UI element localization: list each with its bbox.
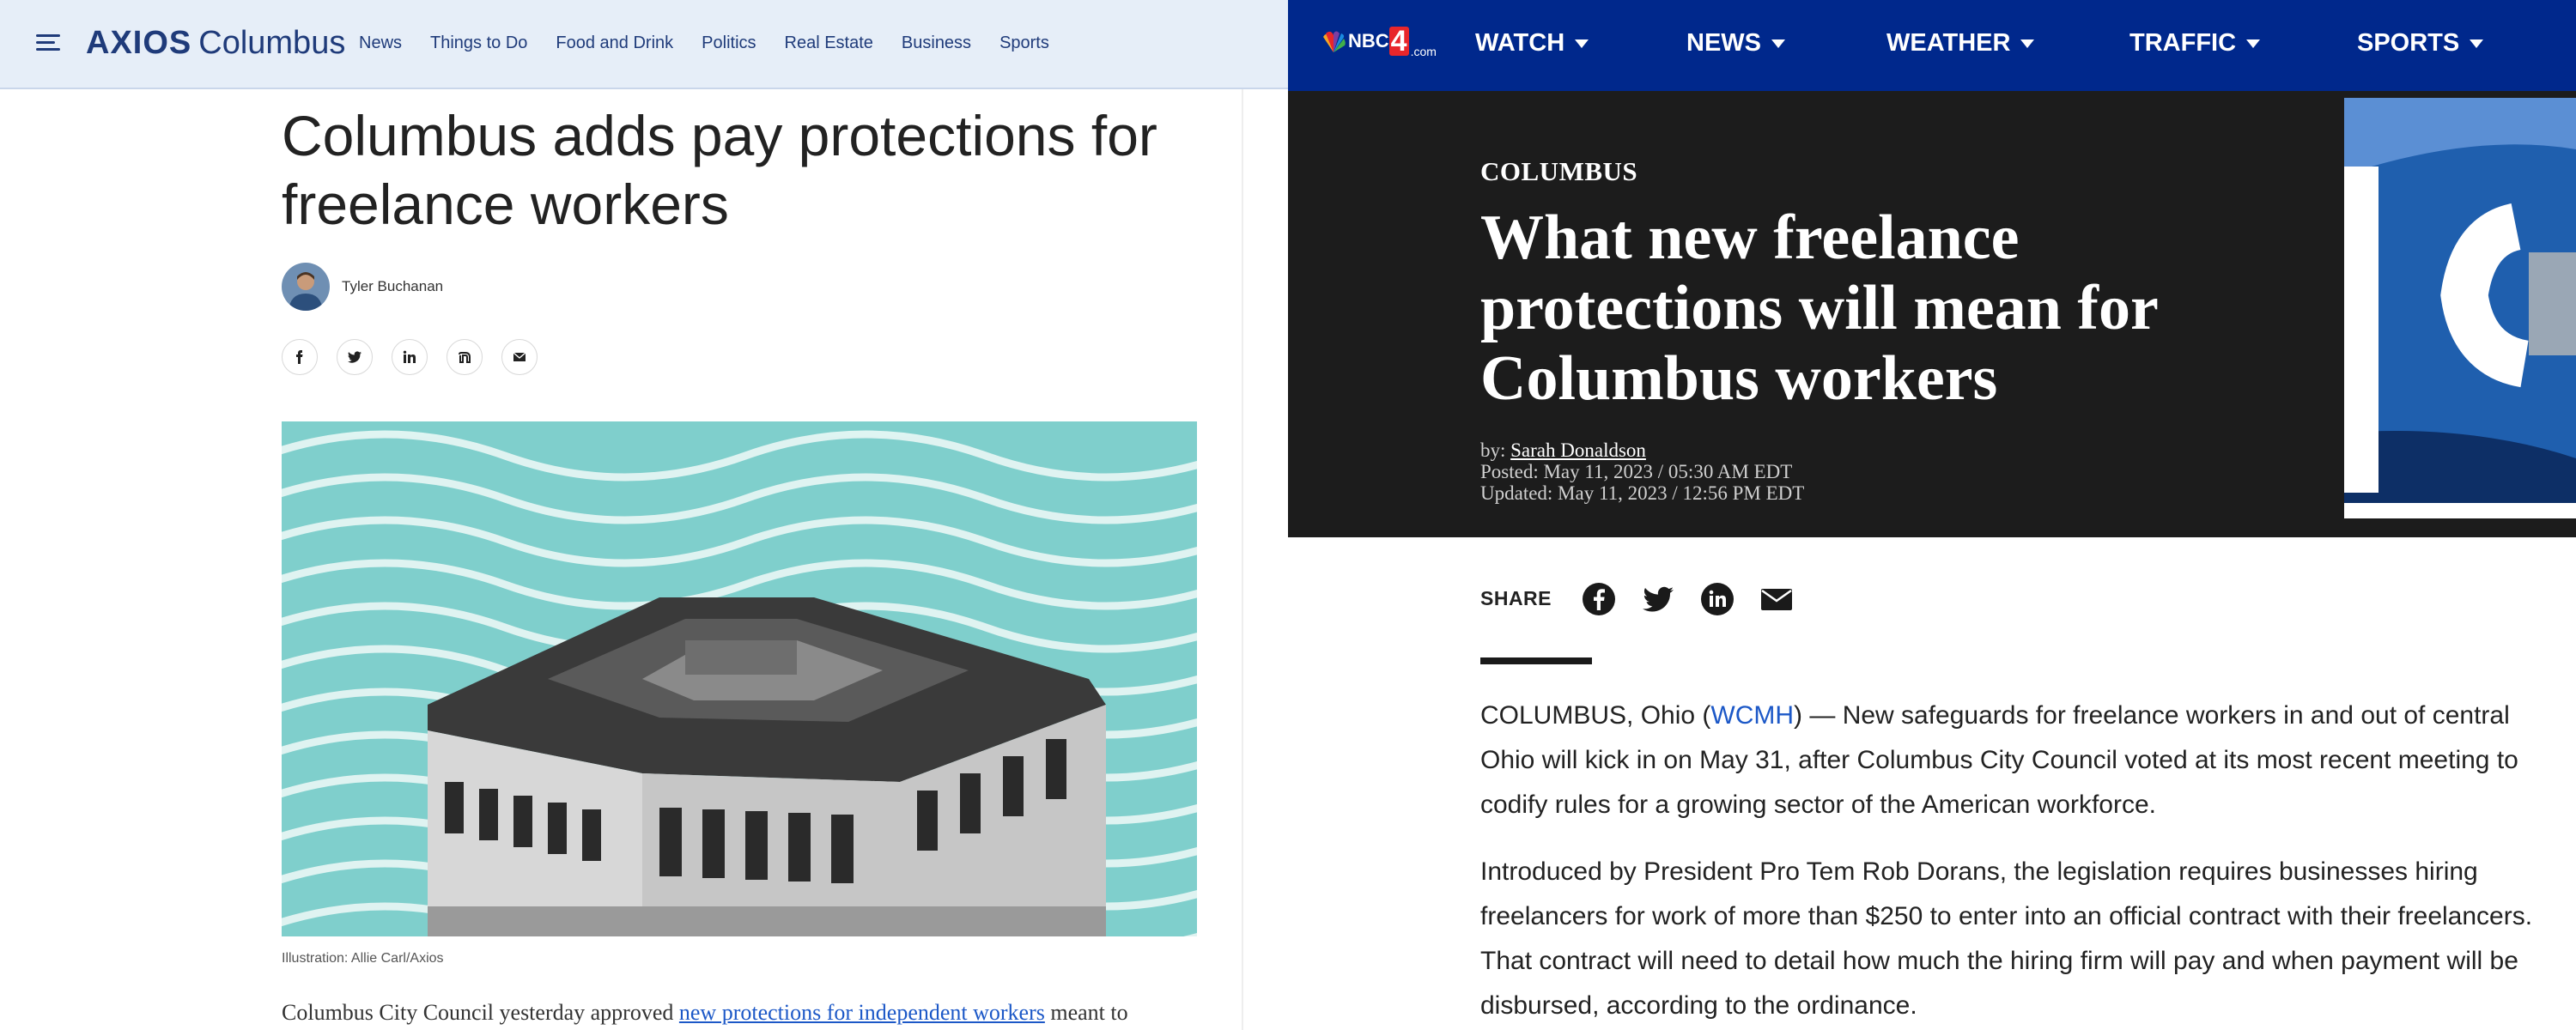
nav-weather[interactable]: WEATHER: [1886, 26, 2035, 60]
nav-politics[interactable]: Politics: [702, 29, 756, 57]
nav-food-and-drink[interactable]: Food and Drink: [556, 29, 673, 57]
chevron-down-icon: [2020, 39, 2035, 49]
nav-traffic-label: TRAFFIC: [2129, 29, 2237, 57]
nav-news[interactable]: NEWS: [1686, 26, 1785, 60]
column-divider: [1242, 89, 1243, 1030]
nbc-article-title: What new freelance protections will mean…: [1480, 203, 2158, 414]
updated-timestamp: Updated: May 11, 2023 / 12:56 PM EDT: [1480, 482, 1805, 504]
nav-business[interactable]: Business: [902, 29, 971, 57]
axios-logo-city: Columbus: [198, 25, 346, 61]
hamburger-menu-icon[interactable]: [36, 33, 60, 53]
axios-article-body: Columbus City Council yesterday approved…: [282, 996, 1226, 1030]
article-illustration: [282, 421, 1197, 936]
para1-prefix: COLUMBUS, Ohio (: [1480, 701, 1711, 730]
share-label: SHARE: [1480, 587, 1552, 609]
byline-label: by:: [1480, 439, 1511, 461]
nav-watch[interactable]: WATCH: [1475, 26, 1589, 60]
section-label[interactable]: COLUMBUS: [1480, 156, 1637, 187]
author-link[interactable]: Sarah Donaldson: [1510, 439, 1646, 461]
twitter-icon[interactable]: [1641, 582, 1675, 616]
axios-logo[interactable]: AXIOS Columbus: [86, 19, 345, 67]
axios-header: AXIOS Columbus News Things to Do Food and…: [0, 0, 1288, 89]
chevron-down-icon: [2470, 39, 2484, 49]
nav-things-to-do[interactable]: Things to Do: [430, 29, 527, 57]
wcmh-link[interactable]: WCMH: [1710, 701, 1794, 730]
facebook-icon[interactable]: [1582, 582, 1616, 616]
linkedin-icon[interactable]: [392, 339, 428, 375]
nbc4-logo[interactable]: NBC 4 .com: [1321, 24, 1437, 58]
threads-icon[interactable]: [447, 339, 483, 375]
nav-news[interactable]: News: [359, 29, 402, 57]
chevron-down-icon: [1771, 39, 1785, 49]
nbc-peacock-icon: [1323, 31, 1346, 52]
hero-video-thumbnail[interactable]: [2344, 98, 2576, 518]
body-link-independent-workers[interactable]: new protections for independent workers: [679, 1000, 1045, 1025]
share-divider: [1480, 657, 1592, 664]
axios-logo-brand: AXIOS: [86, 25, 192, 61]
axios-share-row: [282, 339, 556, 375]
twitter-icon[interactable]: [337, 339, 373, 375]
article-paragraph-2: Introduced by President Pro Tem Rob Dora…: [1480, 857, 2533, 1020]
illustration-caption: Illustration: Allie Carl/Axios: [282, 951, 444, 966]
author-avatar[interactable]: [282, 263, 330, 311]
nbc4-article-panel: NBC 4 .com WATCH NEWS WEATHER TRAFFIC SPOR…: [1288, 0, 2576, 1030]
author-name[interactable]: Tyler Buchanan: [342, 276, 443, 297]
nbc-article-hero: COLUMBUS What new freelance protections …: [1288, 91, 2576, 537]
chevron-down-icon: [2246, 39, 2261, 49]
nbc-logo-number: 4: [1388, 25, 1409, 58]
axios-article-title: Columbus adds pay protections for freela…: [282, 104, 1157, 236]
axios-article-panel: AXIOS Columbus News Things to Do Food and…: [0, 0, 1288, 1030]
axios-nav: News Things to Do Food and Drink Politic…: [359, 29, 1078, 57]
posted-timestamp: Posted: May 11, 2023 / 05:30 AM EDT: [1480, 461, 1793, 482]
nbc-logo-suffix: .com: [1410, 45, 1437, 58]
email-icon[interactable]: [501, 339, 538, 375]
chevron-down-icon: [1575, 39, 1589, 49]
nav-sports[interactable]: Sports: [999, 29, 1049, 57]
nbc-byline: by: Sarah Donaldson Posted: May 11, 2023…: [1480, 439, 1804, 504]
nav-sports-label: SPORTS: [2357, 29, 2460, 57]
email-icon[interactable]: [1759, 582, 1794, 616]
nbc-nav-bar: NBC 4 .com WATCH NEWS WEATHER TRAFFIC SPOR…: [1288, 0, 2576, 91]
nav-traffic[interactable]: TRAFFIC: [2129, 26, 2261, 60]
nav-sports[interactable]: SPORTS: [2357, 26, 2484, 60]
article-paragraph-1: COLUMBUS, Ohio (WCMH) — New safeguards f…: [1480, 694, 2562, 827]
body-text-suffix: meant to: [1044, 1000, 1128, 1025]
nbc-logo-text: NBC: [1348, 30, 1389, 52]
body-text-prefix: Columbus City Council yesterday approved: [282, 1000, 679, 1025]
nav-real-estate[interactable]: Real Estate: [785, 29, 873, 57]
nav-watch-label: WATCH: [1475, 29, 1565, 57]
nav-news-label: NEWS: [1686, 29, 1761, 57]
nav-weather-label: WEATHER: [1886, 29, 2011, 57]
facebook-icon[interactable]: [282, 339, 318, 375]
linkedin-icon[interactable]: [1700, 582, 1735, 616]
